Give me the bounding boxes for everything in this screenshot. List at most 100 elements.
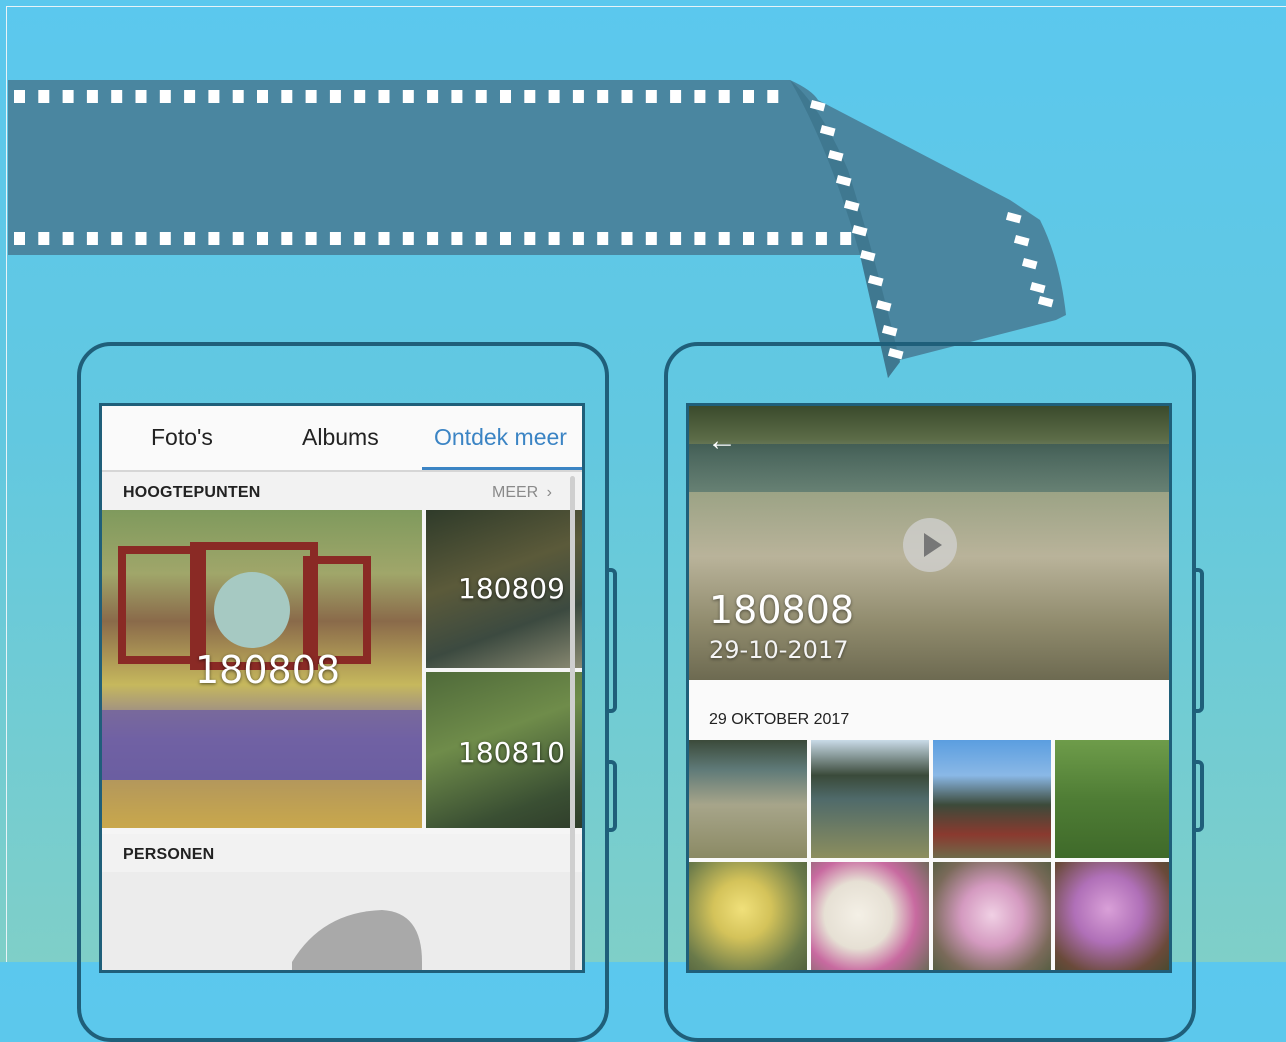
person-silhouette-icon bbox=[292, 910, 422, 970]
film-sprocket-hole bbox=[14, 232, 25, 245]
highlights-title: HOOGTEPUNTEN bbox=[123, 484, 261, 501]
film-sprocket-hole bbox=[572, 232, 584, 245]
tab-bar: Foto's Albums Ontdek meer bbox=[102, 406, 582, 472]
film-sprocket-hole bbox=[208, 90, 220, 103]
film-sprocket-hole bbox=[597, 232, 609, 245]
arrow-left-icon[interactable]: ← bbox=[707, 426, 737, 456]
film-sprocket-hole bbox=[767, 232, 779, 245]
film-sprocket-hole bbox=[232, 232, 244, 245]
film-sprocket-hole bbox=[645, 232, 657, 245]
tab-albums[interactable]: Albums bbox=[302, 424, 379, 451]
film-sprocket-hole bbox=[670, 90, 682, 103]
scrollbar[interactable] bbox=[570, 476, 575, 970]
film-sprocket-hole bbox=[427, 232, 439, 245]
tab-photos[interactable]: Foto's bbox=[151, 424, 213, 451]
thumbnail-cypress[interactable] bbox=[1055, 740, 1169, 858]
album-title: 180808 bbox=[709, 588, 855, 632]
highlight-card-180809[interactable]: 180809 bbox=[426, 510, 582, 668]
thumbnail-pagoda[interactable] bbox=[933, 740, 1051, 858]
film-sprocket-hole bbox=[257, 90, 268, 103]
album-screen: ← 180808 29-10-2017 29 OKTOBER 2017 bbox=[686, 403, 1172, 973]
film-sprocket-hole bbox=[159, 90, 171, 103]
film-sprocket-hole bbox=[718, 232, 730, 245]
highlight-label: 180810 bbox=[458, 736, 565, 769]
film-sprocket-hole bbox=[208, 232, 220, 245]
film-sprocket-hole bbox=[621, 232, 633, 245]
film-sprocket-hole bbox=[718, 90, 730, 103]
film-sprocket-hole bbox=[451, 232, 463, 245]
film-sprocket-hole bbox=[159, 232, 171, 245]
film-sprocket-hole bbox=[402, 90, 414, 103]
people-title: PERSONEN bbox=[123, 846, 215, 863]
highlight-card-180810[interactable]: 180810 bbox=[426, 672, 582, 828]
film-sprocket-hole bbox=[621, 90, 633, 103]
film-sprocket-hole bbox=[86, 232, 98, 245]
album-cover-photo[interactable]: ← 180808 29-10-2017 bbox=[689, 406, 1169, 680]
film-sprocket-hole bbox=[743, 232, 754, 245]
highlight-card-180808[interactable]: 180808 bbox=[102, 510, 422, 828]
phone-left-volume-button bbox=[609, 760, 617, 832]
film-strip-graphic bbox=[8, 80, 1066, 378]
film-sprocket-hole bbox=[232, 90, 244, 103]
date-section-header: 29 OKTOBER 2017 bbox=[709, 711, 850, 728]
film-sprocket-hole bbox=[815, 232, 827, 245]
film-sprocket-hole bbox=[62, 90, 74, 103]
film-sprocket-hole bbox=[281, 90, 293, 103]
film-sprocket-hole bbox=[500, 232, 511, 245]
lake-water bbox=[689, 444, 1169, 492]
tab-discover[interactable]: Ontdek meer bbox=[434, 424, 567, 451]
phone-right-volume-button bbox=[1196, 760, 1204, 832]
chevron-right-icon: › bbox=[546, 484, 552, 501]
film-sprocket-hole bbox=[281, 232, 293, 245]
film-sprocket-hole bbox=[135, 90, 147, 103]
illustration-frame: Foto's Albums Ontdek meer HOOGTEPUNTEN M… bbox=[0, 0, 1286, 1042]
film-sprocket-hole bbox=[427, 90, 439, 103]
play-icon[interactable] bbox=[903, 518, 957, 572]
film-sprocket-hole bbox=[694, 90, 706, 103]
film-sprocket-hole bbox=[135, 232, 147, 245]
film-sprocket-hole bbox=[329, 232, 341, 245]
thumbnail-yellow-chrysanthemum[interactable] bbox=[689, 862, 807, 970]
film-sprocket-hole bbox=[767, 90, 779, 103]
thumbnail-purple-chrysanthemum[interactable] bbox=[1055, 862, 1169, 970]
film-sprocket-hole bbox=[354, 232, 366, 245]
film-sprocket-hole bbox=[402, 232, 414, 245]
film-sprocket-hole bbox=[548, 232, 560, 245]
film-sprocket-hole bbox=[451, 90, 463, 103]
film-sprocket-hole bbox=[597, 90, 609, 103]
film-sprocket-hole bbox=[670, 232, 682, 245]
film-sprocket-hole bbox=[743, 90, 754, 103]
film-sprocket-hole bbox=[354, 90, 366, 103]
film-sprocket-hole bbox=[840, 232, 852, 245]
film-sprocket-hole bbox=[475, 90, 487, 103]
film-sprocket-hole bbox=[475, 232, 487, 245]
phone-right-side-button bbox=[1196, 568, 1204, 713]
film-sprocket-hole bbox=[184, 232, 196, 245]
thumbnail-white-chrysanthemums[interactable] bbox=[811, 862, 929, 970]
phone-left-side-button bbox=[609, 568, 617, 713]
thumbnail-lake-trees[interactable] bbox=[811, 740, 929, 858]
film-sprocket-hole bbox=[14, 90, 25, 103]
film-sprocket-hole bbox=[572, 90, 584, 103]
active-tab-indicator bbox=[422, 467, 582, 470]
highlight-label: 180809 bbox=[458, 572, 565, 605]
people-header: PERSONEN bbox=[102, 834, 582, 872]
film-sprocket-hole bbox=[184, 90, 196, 103]
film-sprocket-hole bbox=[305, 232, 317, 245]
film-sprocket-hole bbox=[378, 90, 390, 103]
film-sprocket-hole bbox=[645, 90, 657, 103]
film-sprocket-hole bbox=[305, 90, 317, 103]
thumbnail-lake-reeds[interactable] bbox=[689, 740, 807, 858]
album-date: 29-10-2017 bbox=[709, 636, 849, 664]
highlights-header: HOOGTEPUNTEN MEER › bbox=[102, 472, 582, 510]
film-sprocket-hole bbox=[548, 90, 560, 103]
film-sprocket-hole bbox=[111, 90, 123, 103]
people-area[interactable] bbox=[102, 872, 582, 970]
highlight-label: 180808 bbox=[195, 648, 341, 692]
film-sprocket-hole bbox=[329, 90, 341, 103]
more-button[interactable]: MEER › bbox=[492, 484, 552, 502]
film-sprocket-hole bbox=[111, 232, 123, 245]
thumbnail-pink-chrysanthemum[interactable] bbox=[933, 862, 1051, 970]
film-sprocket-hole bbox=[62, 232, 74, 245]
film-sprocket-hole bbox=[524, 232, 536, 245]
